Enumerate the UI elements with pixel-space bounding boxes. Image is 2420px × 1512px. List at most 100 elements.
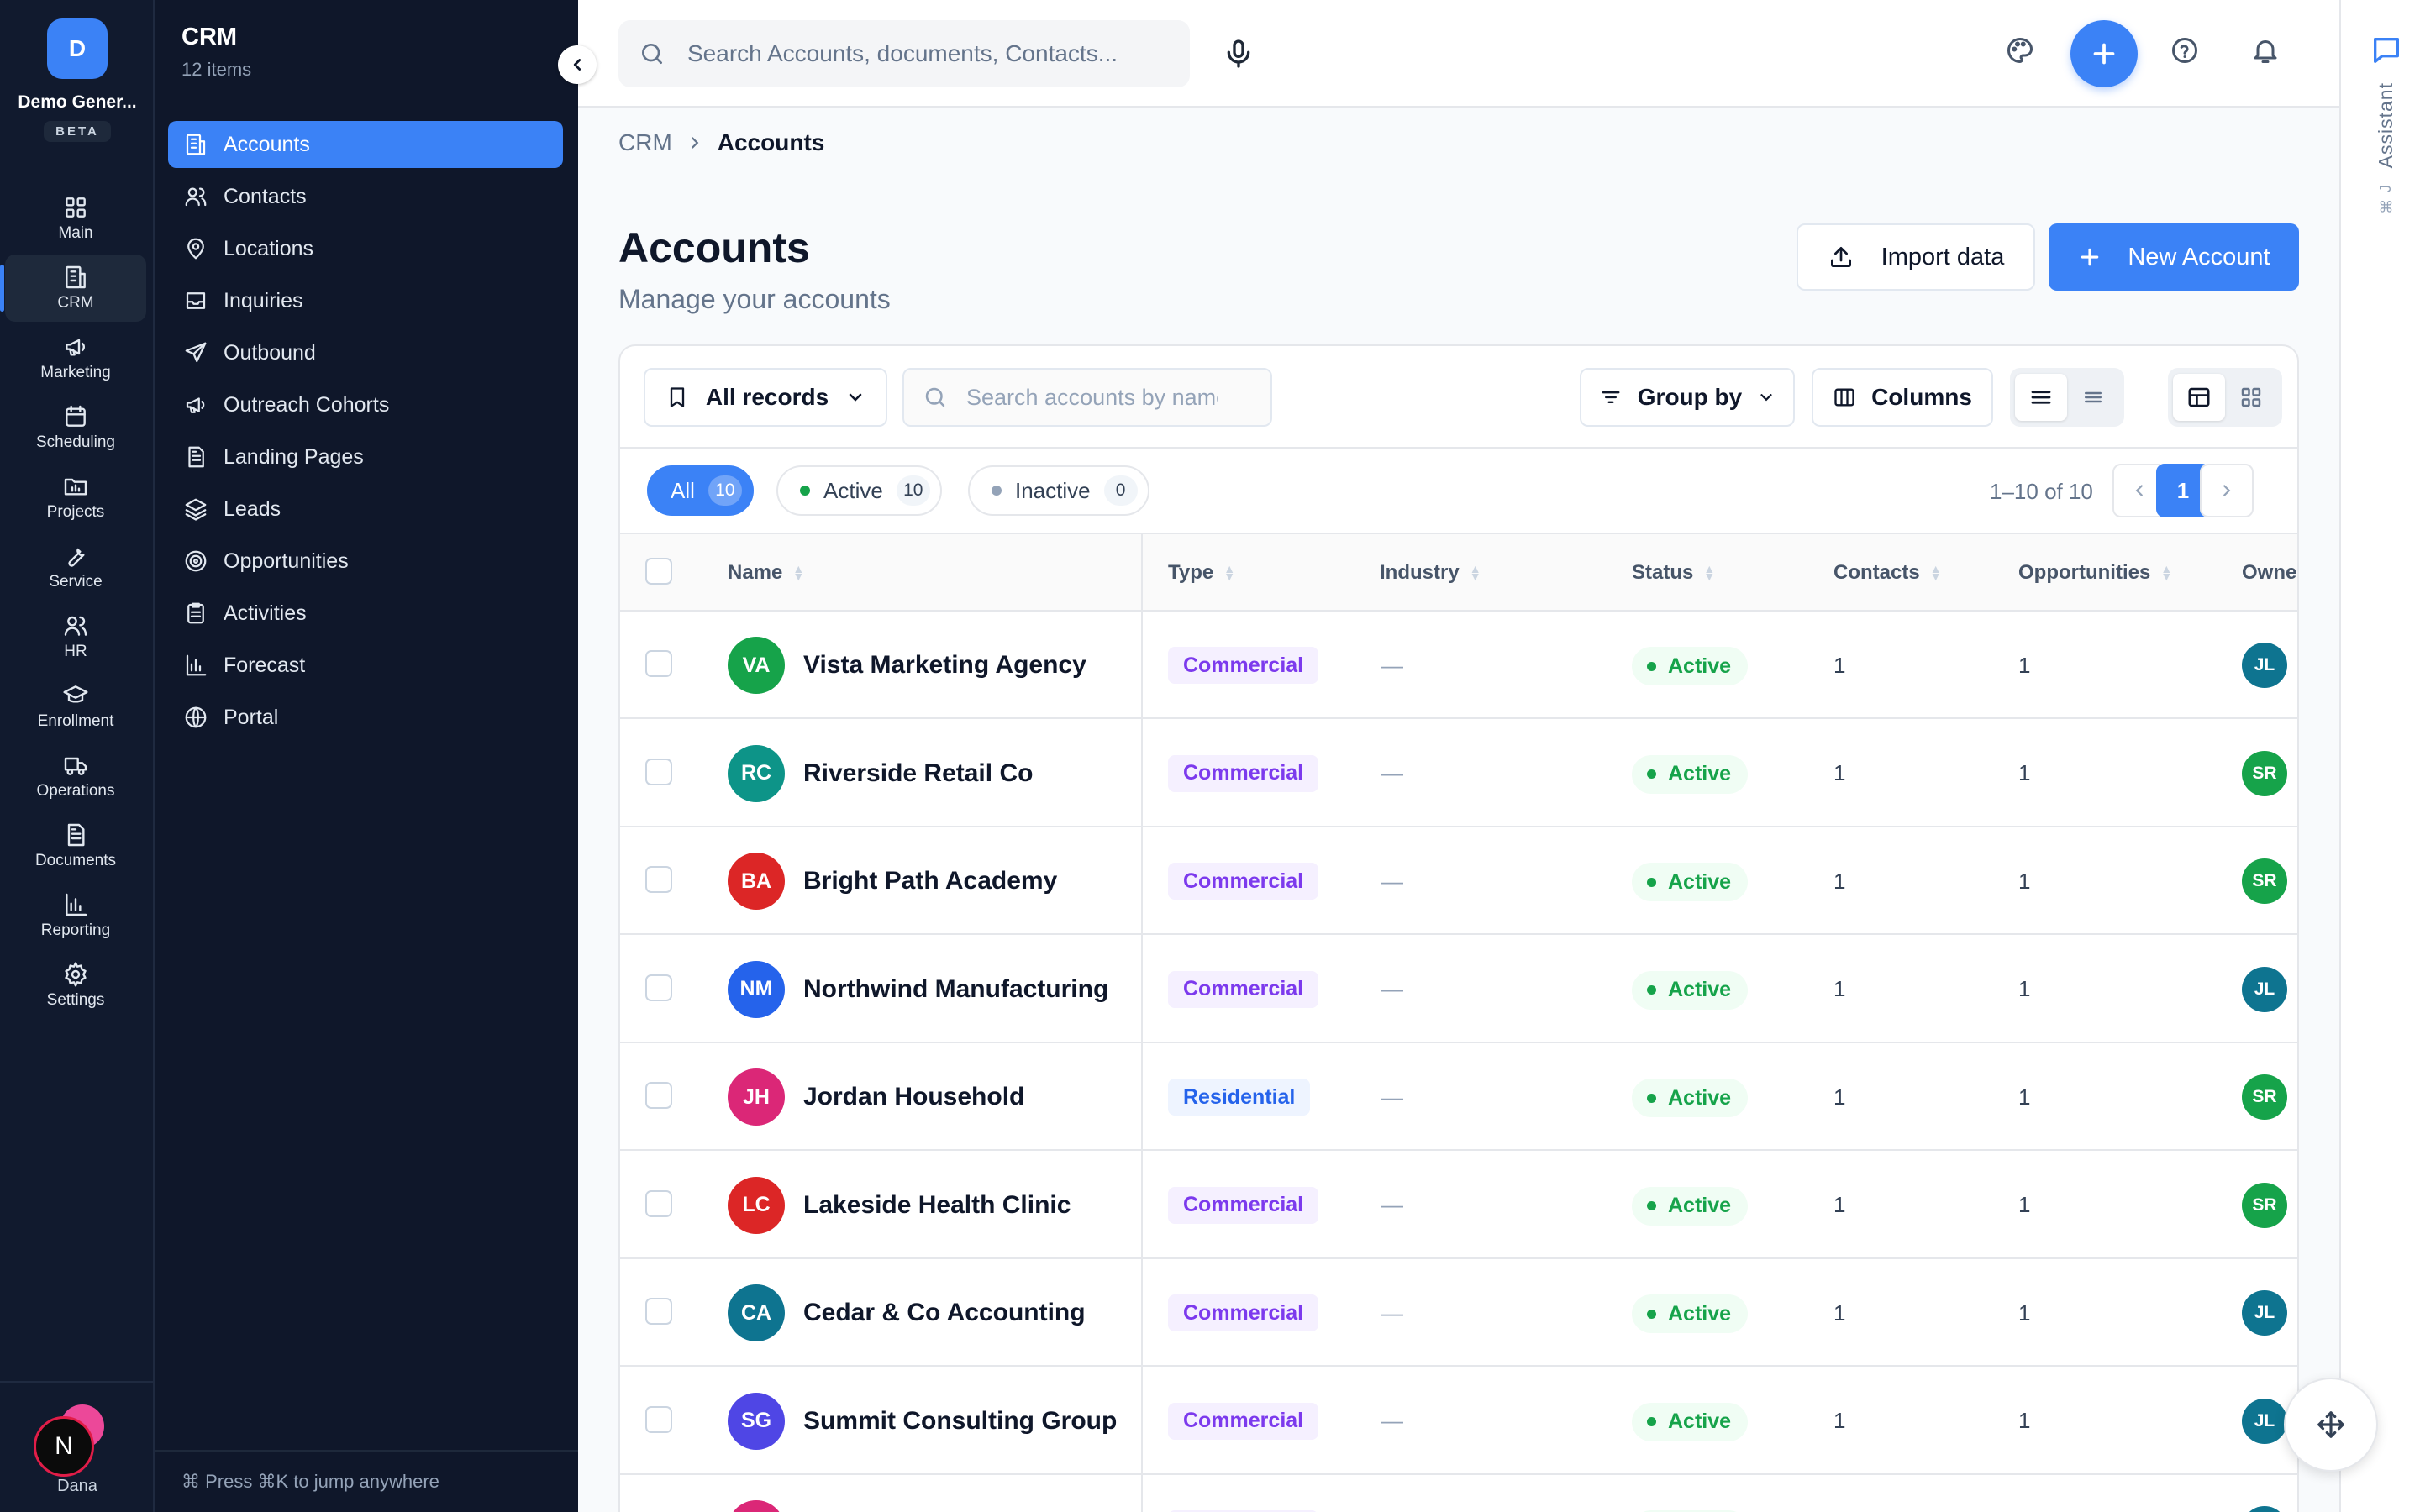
account-name-link[interactable]: Riverside Retail Co xyxy=(803,720,1033,827)
row-checkbox[interactable] xyxy=(645,974,672,1001)
new-account-button[interactable]: New Account xyxy=(2049,223,2299,291)
help-icon[interactable] xyxy=(2170,35,2207,72)
row-checkbox[interactable] xyxy=(645,1405,672,1433)
account-name-link[interactable]: Jordan Household xyxy=(803,1043,1024,1151)
owner-avatar[interactable]: SR xyxy=(2242,750,2287,796)
table-view-button[interactable] xyxy=(2173,374,2225,421)
status-badge: Active xyxy=(1632,754,1749,794)
sidebar-item-contacts[interactable]: Contacts xyxy=(168,173,563,220)
avatar[interactable]: N xyxy=(34,1416,94,1477)
rail-item-service[interactable]: Service xyxy=(5,533,146,601)
column-header-owner[interactable]: Owne xyxy=(2242,534,2296,612)
group-by-dropdown[interactable]: Group by xyxy=(1580,368,1795,427)
microphone-icon[interactable] xyxy=(1222,35,1255,72)
rail-item-marketing[interactable]: Marketing xyxy=(5,324,146,391)
rail-item-scheduling[interactable]: Scheduling xyxy=(5,394,146,461)
sidebar-item-leads[interactable]: Leads xyxy=(168,486,563,533)
next-page-button[interactable] xyxy=(2200,464,2254,517)
table-row[interactable]: HPHarborview PropertiesCommercial—Active… xyxy=(620,1475,2297,1512)
table-row[interactable]: RC Riverside Retail Co Commercial — Active 1 1… xyxy=(620,720,2297,827)
filter-all[interactable]: All 10 xyxy=(647,465,754,516)
sidebar-item-landing-pages[interactable]: Landing Pages xyxy=(168,433,563,480)
breadcrumb: CRM Accounts xyxy=(618,129,824,156)
account-name-link[interactable]: Vista Marketing Agency xyxy=(803,612,1086,719)
sidebar-item-portal[interactable]: Portal xyxy=(168,694,563,741)
account-name-link[interactable]: Harborview Properties xyxy=(803,1475,1072,1512)
rail-item-hr[interactable]: HR xyxy=(5,603,146,670)
workspace-name[interactable]: Demo Gener... xyxy=(0,92,155,113)
row-checkbox[interactable] xyxy=(645,866,672,893)
user-menu[interactable]: N Dana xyxy=(0,1381,155,1512)
owner-avatar[interactable]: JL xyxy=(2242,1398,2287,1444)
global-search[interactable]: Search Accounts, documents, Contacts... xyxy=(618,20,1190,87)
sidebar-item-outbound[interactable]: Outbound xyxy=(168,329,563,376)
sidebar-item-outreach-cohorts[interactable]: Outreach Cohorts xyxy=(168,381,563,428)
comfortable-density-button[interactable] xyxy=(2015,374,2067,421)
workspace-logo[interactable]: D xyxy=(47,18,108,79)
column-header-name[interactable]: Name ▲ ▼ xyxy=(728,534,804,612)
row-checkbox[interactable] xyxy=(645,758,672,785)
contacts-count: 1 xyxy=(1833,1192,1846,1217)
breadcrumb-crm[interactable]: CRM xyxy=(618,129,672,156)
column-header-type[interactable]: Type ▲ ▼ xyxy=(1168,534,1235,612)
rail-item-settings[interactable]: Settings xyxy=(5,952,146,1019)
column-header-industry[interactable]: Industry ▲ ▼ xyxy=(1380,534,1481,612)
palette-icon[interactable] xyxy=(2005,35,2042,72)
owner-avatar[interactable]: JL xyxy=(2242,643,2287,688)
table-row[interactable]: NM Northwind Manufacturing Commercial — Acti… xyxy=(620,936,2297,1043)
row-checkbox[interactable] xyxy=(645,1082,672,1109)
owner-avatar[interactable]: SR xyxy=(2242,1074,2287,1120)
sidebar-item-opportunities[interactable]: Opportunities xyxy=(168,538,563,585)
filter-inactive[interactable]: Inactive 0 xyxy=(968,465,1150,516)
owner-avatar[interactable]: JL xyxy=(2242,1506,2287,1512)
rail-item-main[interactable]: Main xyxy=(5,185,146,252)
table-row[interactable]: VA Vista Marketing Agency Commercial — Activ… xyxy=(620,612,2297,719)
column-header-opportunities[interactable]: Opportunities ▲ ▼ xyxy=(2018,534,2172,612)
table-row[interactable]: JH Jordan Household Residential — Active 1 1 SR xyxy=(620,1043,2297,1151)
workspace-switcher[interactable]: D Demo Gener... BETA xyxy=(0,18,155,142)
column-header-contacts[interactable]: Contacts ▲ ▼ xyxy=(1833,534,1942,612)
sidebar-item-activities[interactable]: Activities xyxy=(168,590,563,637)
bell-icon[interactable] xyxy=(2250,35,2287,72)
import-data-button[interactable]: Import data xyxy=(1797,223,2035,291)
filter-active[interactable]: Active 10 xyxy=(776,465,942,516)
rail-item-projects[interactable]: Projects xyxy=(5,464,146,531)
sidebar-item-inquiries[interactable]: Inquiries xyxy=(168,277,563,324)
sidebar-item-locations[interactable]: Locations xyxy=(168,225,563,272)
move-handle-button[interactable] xyxy=(2284,1378,2378,1472)
account-name-link[interactable]: Summit Consulting Group xyxy=(803,1368,1117,1475)
rail-item-operations[interactable]: Operations xyxy=(5,743,146,810)
row-checkbox[interactable] xyxy=(645,650,672,677)
quick-add-button[interactable] xyxy=(2070,20,2138,87)
rail-item-documents[interactable]: Documents xyxy=(5,812,146,879)
accounts-search-input[interactable]: Search accounts by name... xyxy=(902,368,1272,427)
table-row[interactable]: SG Summit Consulting Group Commercial — Acti… xyxy=(620,1368,2297,1475)
sidebar-item-accounts[interactable]: Accounts xyxy=(168,121,563,168)
row-checkbox[interactable] xyxy=(645,1189,672,1217)
collapse-sidebar-button[interactable] xyxy=(558,45,597,84)
owner-avatar[interactable]: JL xyxy=(2242,966,2287,1012)
column-header-status[interactable]: Status ▲ ▼ xyxy=(1632,534,1715,612)
sidebar-item-forecast[interactable]: Forecast xyxy=(168,642,563,689)
account-name-link[interactable]: Cedar & Co Accounting xyxy=(803,1259,1086,1367)
table-row[interactable]: CA Cedar & Co Accounting Commercial — Active… xyxy=(620,1259,2297,1367)
table-row[interactable]: BA Bright Path Academy Commercial — Active 1 1… xyxy=(620,827,2297,935)
rail-item-enrollment[interactable]: Enrollment xyxy=(5,673,146,740)
account-name-link[interactable]: Bright Path Academy xyxy=(803,827,1057,935)
account-name-link[interactable]: Lakeside Health Clinic xyxy=(803,1152,1071,1259)
row-checkbox[interactable] xyxy=(645,1298,672,1325)
owner-avatar[interactable]: JL xyxy=(2242,1290,2287,1336)
account-name-link[interactable]: Northwind Manufacturing xyxy=(803,936,1108,1043)
select-all-checkbox[interactable] xyxy=(645,558,672,585)
owner-avatar[interactable]: SR xyxy=(2242,858,2287,904)
chat-bubble-icon[interactable] xyxy=(2370,34,2403,67)
table-row[interactable]: LC Lakeside Health Clinic Commercial — Activ… xyxy=(620,1152,2297,1259)
owner-avatar[interactable]: SR xyxy=(2242,1182,2287,1228)
rail-item-crm[interactable]: CRM xyxy=(0,255,146,322)
rail-item-reporting[interactable]: Reporting xyxy=(5,882,146,949)
compact-density-button[interactable] xyxy=(2067,374,2119,421)
assistant-panel-tab[interactable]: Assistant ⌘ J xyxy=(2339,0,2420,1512)
grid-view-button[interactable] xyxy=(2225,374,2277,421)
records-view-dropdown[interactable]: All records xyxy=(644,368,887,427)
columns-button[interactable]: Columns xyxy=(1812,368,1993,427)
